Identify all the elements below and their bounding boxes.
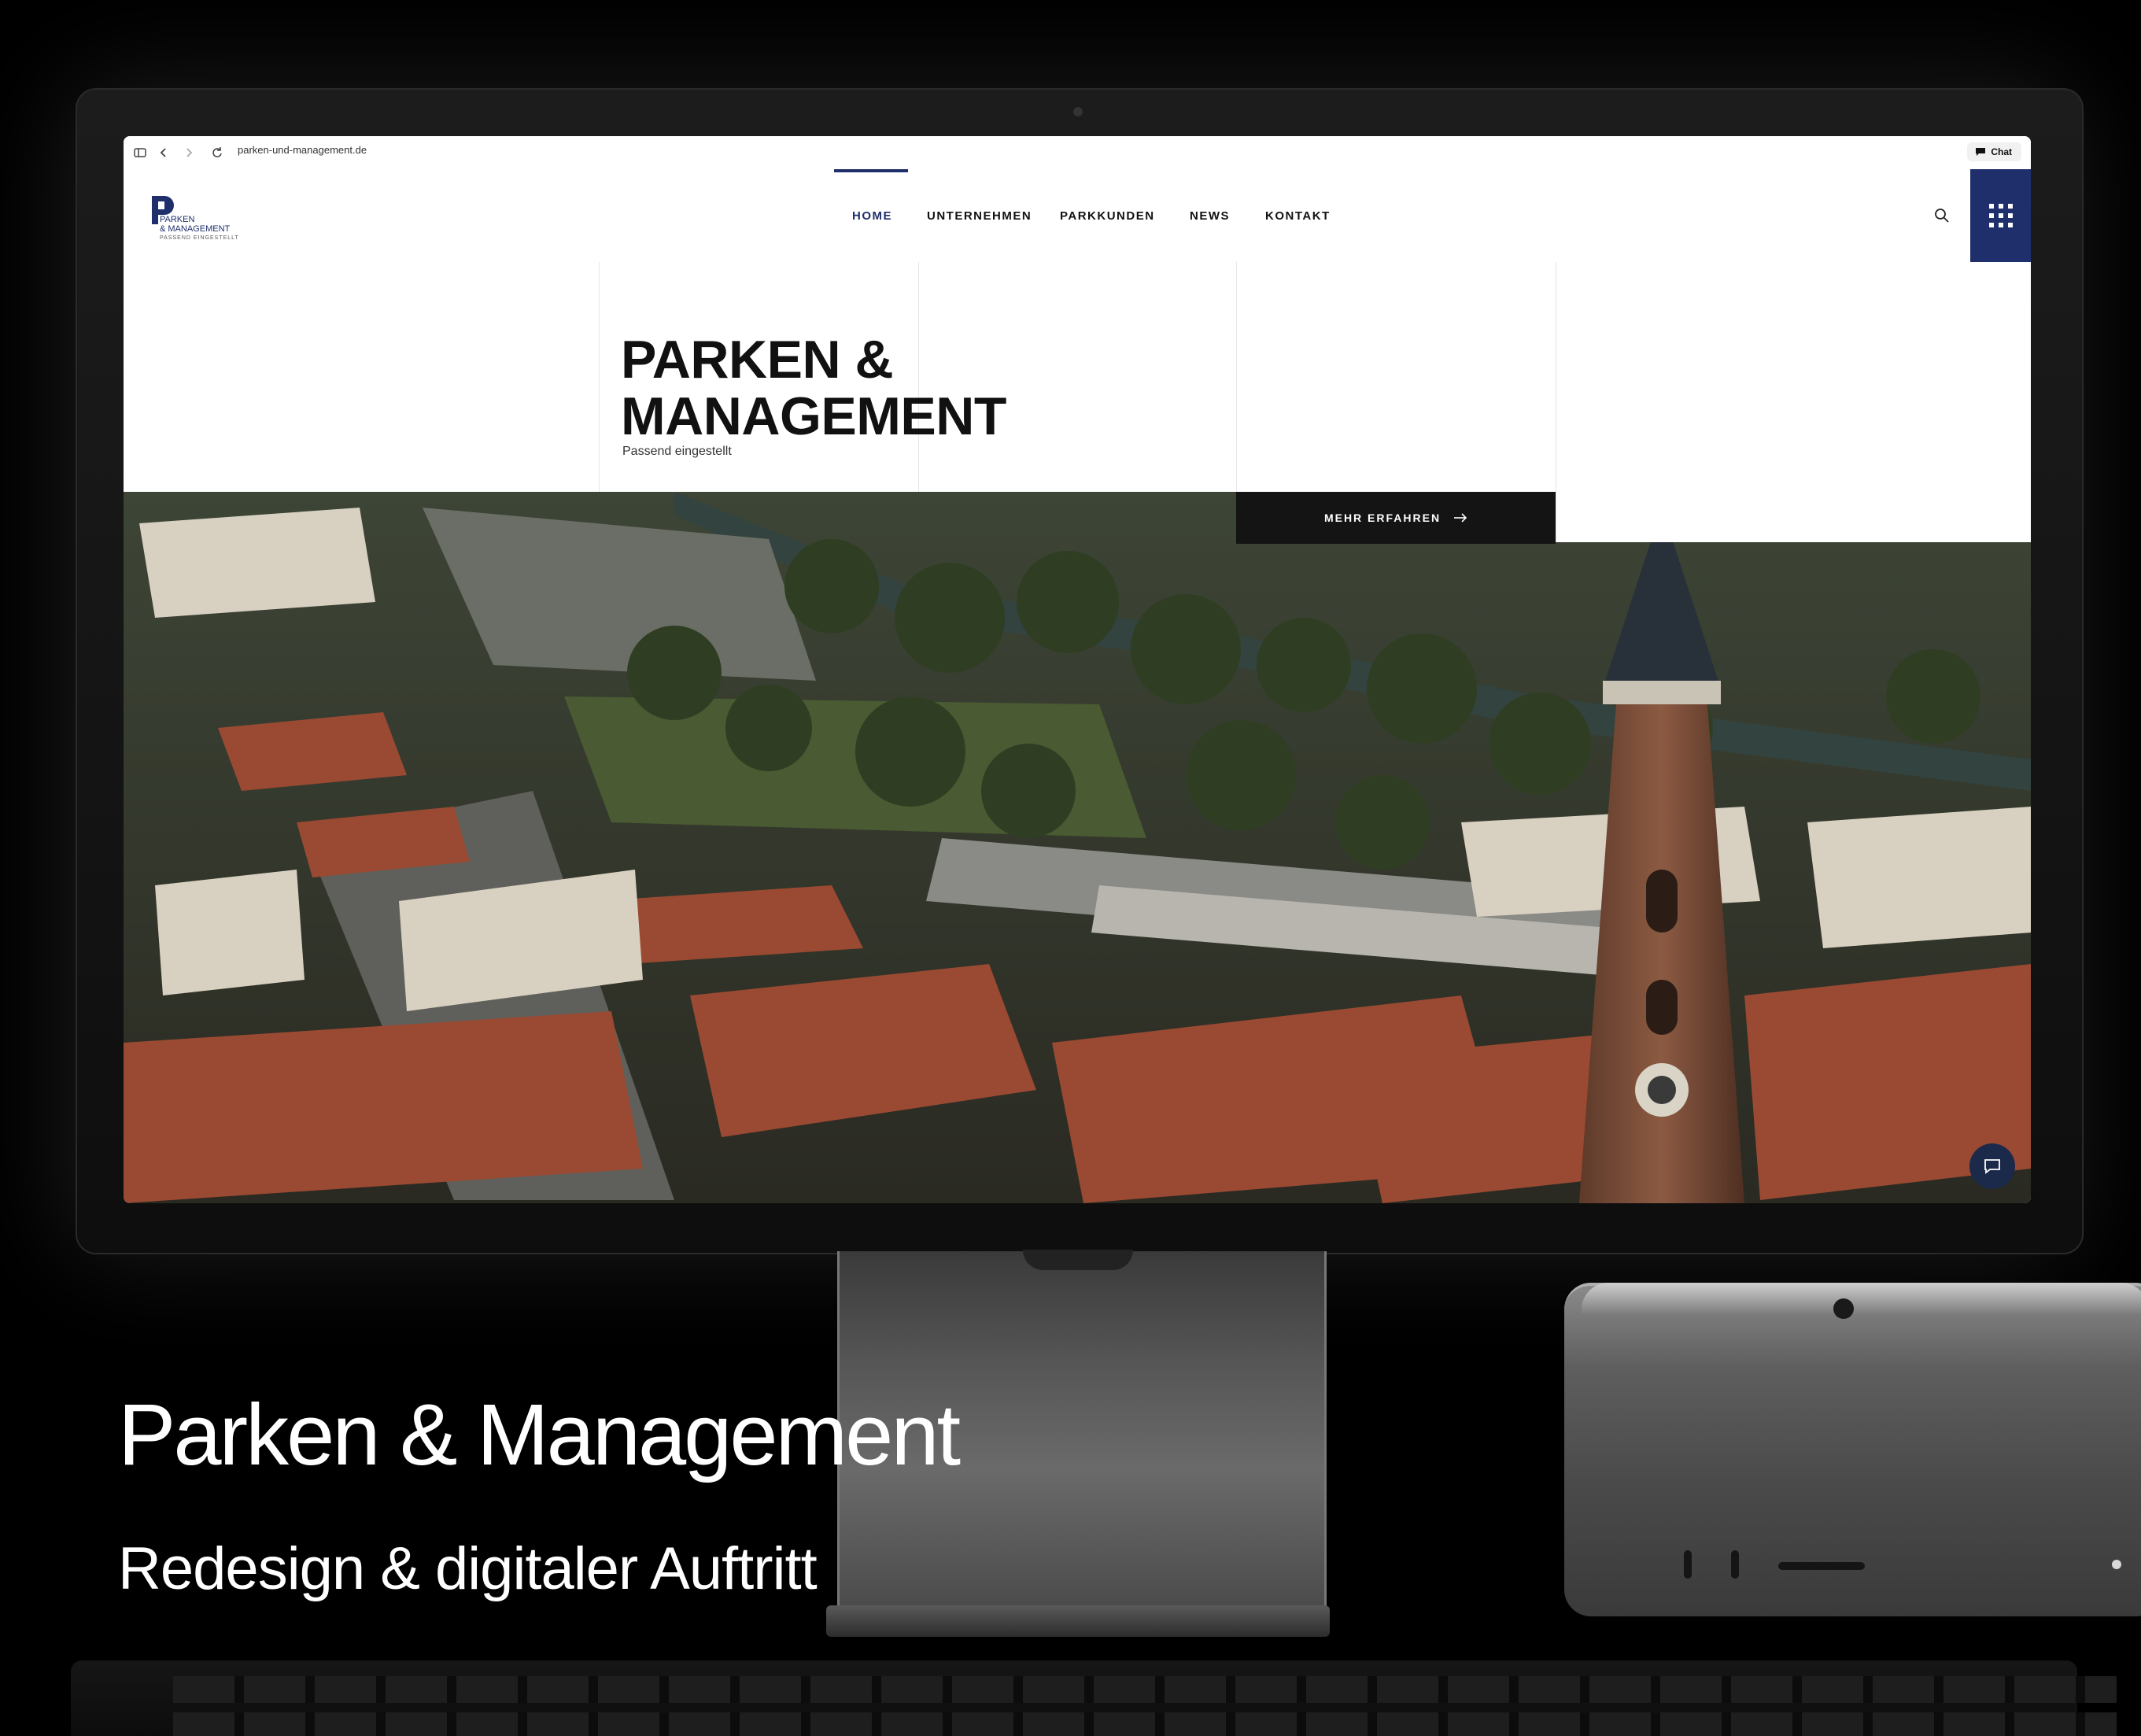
keyboard <box>71 1660 2117 1736</box>
hero-subtitle: Passend eingestellt <box>622 445 732 458</box>
apple-logo-icon <box>1833 1298 1854 1319</box>
site-header: PARKEN & MANAGEMENT PASSEND EINGESTELLT … <box>124 169 2031 263</box>
back-arrow-icon[interactable] <box>155 144 172 161</box>
hero-white-band <box>124 262 2031 492</box>
nav-active-indicator <box>834 169 908 172</box>
grid-line <box>599 262 600 492</box>
monitor-camera <box>1073 107 1083 116</box>
keyboard-row <box>173 1676 2117 1703</box>
caption-subtitle: Redesign & digitaler Auftritt <box>118 1535 818 1602</box>
forward-arrow-icon[interactable] <box>180 144 197 161</box>
address-bar[interactable]: parken-und-management.de <box>238 144 367 156</box>
sidebar-toggle-icon[interactable] <box>131 144 149 161</box>
cta-label: MEHR ERFAHREN <box>1323 512 1441 524</box>
hero-title: PARKEN & MANAGEMENT <box>621 331 1006 445</box>
hero-white-corner <box>1556 492 2031 542</box>
menu-grid-button[interactable] <box>1970 169 2031 262</box>
chat-button[interactable]: Chat <box>1967 142 2021 161</box>
hero-aerial-photo <box>124 492 2031 1203</box>
hero-title-line2: MANAGEMENT <box>621 386 1006 446</box>
reload-icon[interactable] <box>209 144 226 161</box>
usb-port-icon <box>1684 1550 1692 1579</box>
power-led-icon <box>2112 1560 2121 1569</box>
showcase-scene: parken-und-management.de Chat PARKEN & M… <box>0 0 2141 1736</box>
chat-bubble-icon <box>1976 148 1986 156</box>
chat-bubble-icon <box>1984 1159 2000 1174</box>
browser-toolbar: parken-und-management.de Chat <box>124 136 2031 170</box>
chat-floating-button[interactable] <box>1969 1143 2015 1189</box>
monitor-stand-hinge <box>1023 1250 1133 1270</box>
nav-item-home[interactable]: HOME <box>852 209 892 224</box>
grid-line <box>1236 262 1237 492</box>
mac-studio-top <box>1582 1283 2141 1314</box>
monitor-stand-base <box>826 1605 1330 1637</box>
search-icon[interactable] <box>1933 207 1951 224</box>
chat-button-label: Chat <box>1991 146 2012 157</box>
sd-card-slot-icon <box>1778 1562 1865 1570</box>
usb-port-icon <box>1731 1550 1739 1579</box>
nav-item-parkkunden[interactable]: PARKKUNDEN <box>1060 209 1155 224</box>
main-nav: HOME UNTERNEHMEN PARKKUNDEN NEWS KONTAKT <box>124 169 2031 262</box>
monitor-screen: parken-und-management.de Chat PARKEN & M… <box>124 136 2031 1203</box>
caption-title: Parken & Management <box>118 1387 961 1483</box>
grid-menu-icon <box>1988 204 2013 227</box>
nav-item-news[interactable]: NEWS <box>1190 209 1230 224</box>
hero-title-line1: PARKEN & <box>621 330 894 390</box>
keyboard-row <box>173 1712 2117 1736</box>
arrow-right-icon <box>1454 513 1467 523</box>
nav-item-kontakt[interactable]: KONTAKT <box>1265 209 1331 224</box>
hero-section: PARKEN & MANAGEMENT Passend eingestellt … <box>124 262 2031 1203</box>
mehr-erfahren-button[interactable]: MEHR ERFAHREN <box>1236 492 1556 544</box>
nav-item-unternehmen[interactable]: UNTERNEHMEN <box>927 209 1032 224</box>
